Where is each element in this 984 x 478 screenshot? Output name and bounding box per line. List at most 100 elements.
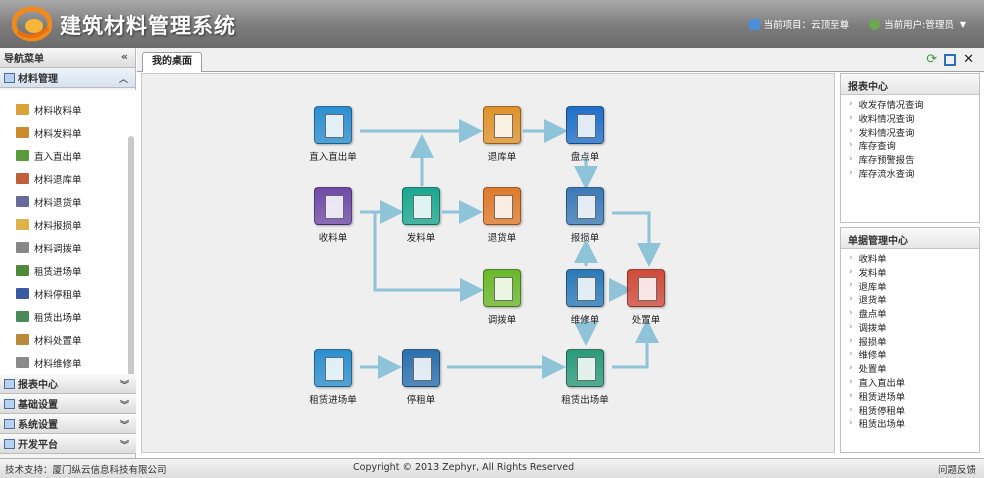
panel-link[interactable]: 调拨单 bbox=[849, 320, 979, 334]
platform-icon bbox=[4, 438, 15, 449]
panel-link[interactable]: 直入直出单 bbox=[849, 375, 979, 389]
menu-list: 材料收料单材料发料单直入直出单材料退库单材料退货单材料报损单 材料调拨单租赁进场单… bbox=[0, 90, 136, 374]
stop-lease-icon bbox=[16, 288, 29, 299]
document-icon bbox=[314, 106, 352, 144]
panel-link[interactable]: 发料单 bbox=[849, 265, 979, 279]
panel-link[interactable]: 处置单 bbox=[849, 361, 979, 375]
flow-node-label: 直入直出单 bbox=[309, 152, 357, 163]
chevron-up-icon[interactable]: ︿ bbox=[119, 72, 128, 85]
menu-item[interactable]: 材料报损单 bbox=[0, 213, 136, 236]
accordion-report-center[interactable]: 报表中心 ︾ bbox=[0, 374, 136, 394]
current-project[interactable]: 当前项目：云顶至尊 bbox=[764, 17, 850, 31]
fullscreen-icon[interactable] bbox=[944, 53, 957, 66]
accordion-dev-platform[interactable]: 开发平台 ︾ bbox=[0, 434, 136, 454]
panel-link[interactable]: 库存查询 bbox=[849, 138, 979, 152]
menu-item[interactable]: 租赁出场单 bbox=[0, 305, 136, 328]
menu-item[interactable]: 材料发料单 bbox=[0, 121, 136, 144]
report-icon bbox=[4, 378, 15, 389]
feedback-link[interactable]: 问题反馈 bbox=[938, 462, 976, 476]
chevron-down-icon[interactable]: ︾ bbox=[120, 438, 129, 451]
flow-node-sld[interactable]: 收料单 bbox=[293, 187, 373, 244]
menu-item[interactable]: 材料退货单 bbox=[0, 190, 136, 213]
menu-item[interactable]: 材料调拨单 bbox=[0, 236, 136, 259]
chevron-down-icon[interactable]: ︾ bbox=[120, 418, 129, 431]
document-icon bbox=[566, 269, 604, 307]
panel-link[interactable]: 维修单 bbox=[849, 348, 979, 361]
flow-node-bsd[interactable]: 报损单 bbox=[545, 187, 625, 244]
desktop-flow: 直入直出单 退库单 盘点单 收料单 发料单 退货单 报损单 调拨单 维修单 处置单 租赁进场单 停租单… bbox=[141, 73, 835, 453]
document-icon bbox=[483, 269, 521, 307]
menu-item[interactable]: 材料维修单 bbox=[0, 351, 136, 374]
accordion-system-settings[interactable]: 系统设置 ︾ bbox=[0, 414, 136, 434]
accordion-label: 基础设置 bbox=[18, 400, 58, 411]
flow-node-czd[interactable]: 处置单 bbox=[606, 269, 686, 326]
app-title: 建筑材料管理系统 bbox=[60, 14, 236, 38]
flow-node-zrzc[interactable]: 直入直出单 bbox=[293, 106, 373, 163]
chevron-down-icon[interactable]: ︾ bbox=[120, 398, 129, 411]
flow-node-label: 停租单 bbox=[406, 395, 436, 406]
flow-node-thd[interactable]: 退货单 bbox=[462, 187, 542, 244]
panel-link[interactable]: 盘点单 bbox=[849, 306, 979, 320]
panel-link[interactable]: 租赁停租单 bbox=[849, 403, 979, 417]
project-icon bbox=[748, 18, 760, 30]
tab-my-desktop[interactable]: 我的桌面 bbox=[142, 52, 202, 72]
flow-node-label: 调拨单 bbox=[487, 315, 517, 326]
flow-node-tzd[interactable]: 停租单 bbox=[381, 349, 461, 406]
flow-node-label: 租赁进场单 bbox=[309, 395, 357, 406]
panel-link[interactable]: 报损单 bbox=[849, 334, 979, 348]
document-icon bbox=[402, 187, 440, 225]
panel-link[interactable]: 收料情况查询 bbox=[849, 111, 979, 125]
document-icon bbox=[483, 187, 521, 225]
return-icon bbox=[16, 173, 29, 184]
panel-link[interactable]: 库存预警报告 bbox=[849, 152, 979, 166]
panel-link[interactable]: 库存流水查询 bbox=[849, 166, 979, 180]
flow-node-tkd[interactable]: 退库单 bbox=[462, 106, 542, 163]
panel-link[interactable]: 租赁出场单 bbox=[849, 417, 979, 430]
menu-item[interactable]: 材料处置单 bbox=[0, 328, 136, 351]
menu-item[interactable]: 材料收料单 bbox=[0, 98, 136, 121]
chevron-down-icon[interactable]: ︾ bbox=[120, 378, 129, 391]
panel-link[interactable]: 收发存情况查询 bbox=[849, 97, 979, 111]
panel-link[interactable]: 发料情况查询 bbox=[849, 125, 979, 139]
tech-support: 技术支持：厦门纵云信息科技有限公司 bbox=[5, 465, 167, 476]
collapse-sidebar-icon[interactable]: « bbox=[121, 50, 128, 63]
scrollbar[interactable] bbox=[128, 136, 134, 374]
flow-node-fld[interactable]: 发料单 bbox=[381, 187, 461, 244]
accordion-label: 系统设置 bbox=[18, 420, 58, 431]
accordion-label: 材料管理 bbox=[18, 74, 58, 85]
menu-item[interactable]: 租赁进场单 bbox=[0, 259, 136, 282]
menu-item-label: 租赁出场单 bbox=[34, 312, 82, 324]
menu-item-label: 直入直出单 bbox=[34, 151, 82, 163]
flow-node-zljc[interactable]: 租赁进场单 bbox=[293, 349, 373, 406]
refresh-icon[interactable]: ⟳ bbox=[926, 52, 937, 67]
panel-link[interactable]: 退货单 bbox=[849, 292, 979, 306]
app-header: 建筑材料管理系统 当前项目：云顶至尊 当前用户:管理员 ▼ bbox=[0, 0, 984, 48]
flow-node-dbd[interactable]: 调拨单 bbox=[462, 269, 542, 326]
flow-node-zlcc[interactable]: 租赁出场单 bbox=[545, 349, 625, 406]
menu-item-label: 租赁进场单 bbox=[34, 266, 82, 278]
system-icon bbox=[4, 418, 15, 429]
menu-item[interactable]: 材料停租单 bbox=[0, 282, 136, 305]
accordion-basic-settings[interactable]: 基础设置 ︾ bbox=[0, 394, 136, 414]
flow-node-label: 退货单 bbox=[487, 233, 517, 244]
repair-icon bbox=[16, 357, 29, 368]
accordion-label: 报表中心 bbox=[18, 380, 58, 391]
document-icon bbox=[627, 269, 665, 307]
panel-link[interactable]: 收料单 bbox=[849, 251, 979, 265]
right-panel: 报表中心 收发存情况查询收料情况查询发料情况查询库存查询库存预警报告库存流水查询… bbox=[840, 73, 980, 453]
logo-icon bbox=[12, 6, 52, 42]
panel-link[interactable]: 退库单 bbox=[849, 279, 979, 293]
panel-link[interactable]: 租赁进场单 bbox=[849, 389, 979, 403]
sidebar: 导航菜单 « 材料管理 ︿ 材料收料单 材料发料单 直入直出单 材料退库单 材料退货单材… bbox=[0, 48, 136, 458]
menu-item-label: 材料发料单 bbox=[34, 128, 82, 140]
close-icon[interactable]: ✕ bbox=[963, 52, 974, 67]
menu-item[interactable]: 直入直出单 bbox=[0, 144, 136, 167]
menu-item-label: 材料退货单 bbox=[34, 197, 82, 209]
menu-item-label: 材料退库单 bbox=[34, 174, 82, 186]
chevron-down-icon[interactable]: ▼ bbox=[960, 20, 966, 29]
accordion-material-management[interactable]: 材料管理 ︿ bbox=[0, 68, 135, 88]
accordion-label: 开发平台 bbox=[18, 440, 58, 451]
current-user[interactable]: 当前用户:管理员 bbox=[884, 17, 954, 31]
flow-node-pdd[interactable]: 盘点单 bbox=[545, 106, 625, 163]
menu-item[interactable]: 材料退库单 bbox=[0, 167, 136, 190]
